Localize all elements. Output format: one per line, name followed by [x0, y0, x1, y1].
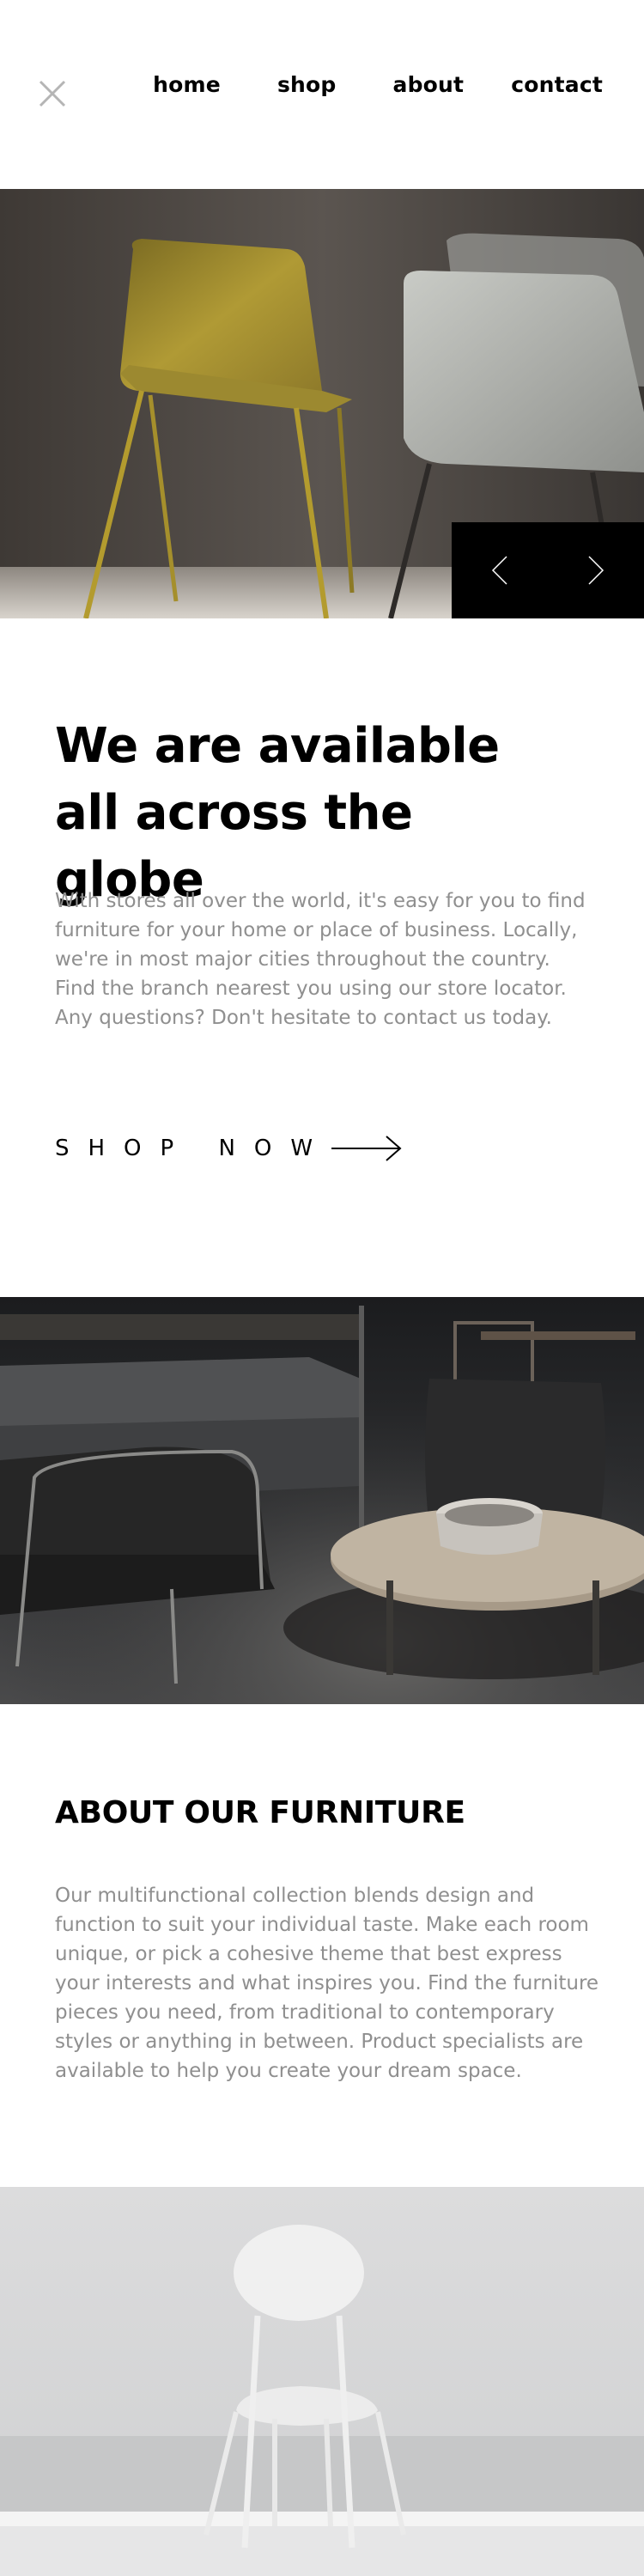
nav-contact-link[interactable]: contact	[511, 72, 603, 97]
nav-about-link[interactable]: about	[393, 72, 465, 97]
close-icon[interactable]	[38, 79, 67, 108]
site-header: home shop about contact	[0, 0, 644, 189]
slider-controls	[452, 522, 644, 618]
slider-prev-button[interactable]	[452, 522, 548, 618]
chevron-left-icon	[491, 556, 507, 585]
living-room-photo	[0, 1297, 644, 1704]
shop-now-button[interactable]: SHOP NOW	[55, 1134, 404, 1163]
hero-slider	[0, 189, 644, 618]
interior-image	[0, 1297, 644, 1704]
shop-now-label: SHOP NOW	[55, 1136, 332, 1161]
chevron-right-icon	[588, 556, 605, 585]
intro-title: We are available all across the globe	[55, 718, 500, 908]
intro-text: With stores all over the world, it's eas…	[55, 890, 586, 1029]
nav-shop-link[interactable]: shop	[277, 72, 337, 97]
white-chair-photo	[0, 2187, 644, 2576]
about-text: Our multifunctional collection blends de…	[55, 1885, 599, 2082]
main-nav: home shop about contact	[153, 72, 603, 97]
white-chair-image	[0, 2187, 644, 2576]
slider-next-button[interactable]	[548, 522, 644, 618]
about-title: ABOUT OUR FURNITURE	[55, 1795, 465, 1830]
nav-home-link[interactable]: home	[153, 72, 221, 97]
arrow-right-icon	[331, 1136, 402, 1161]
